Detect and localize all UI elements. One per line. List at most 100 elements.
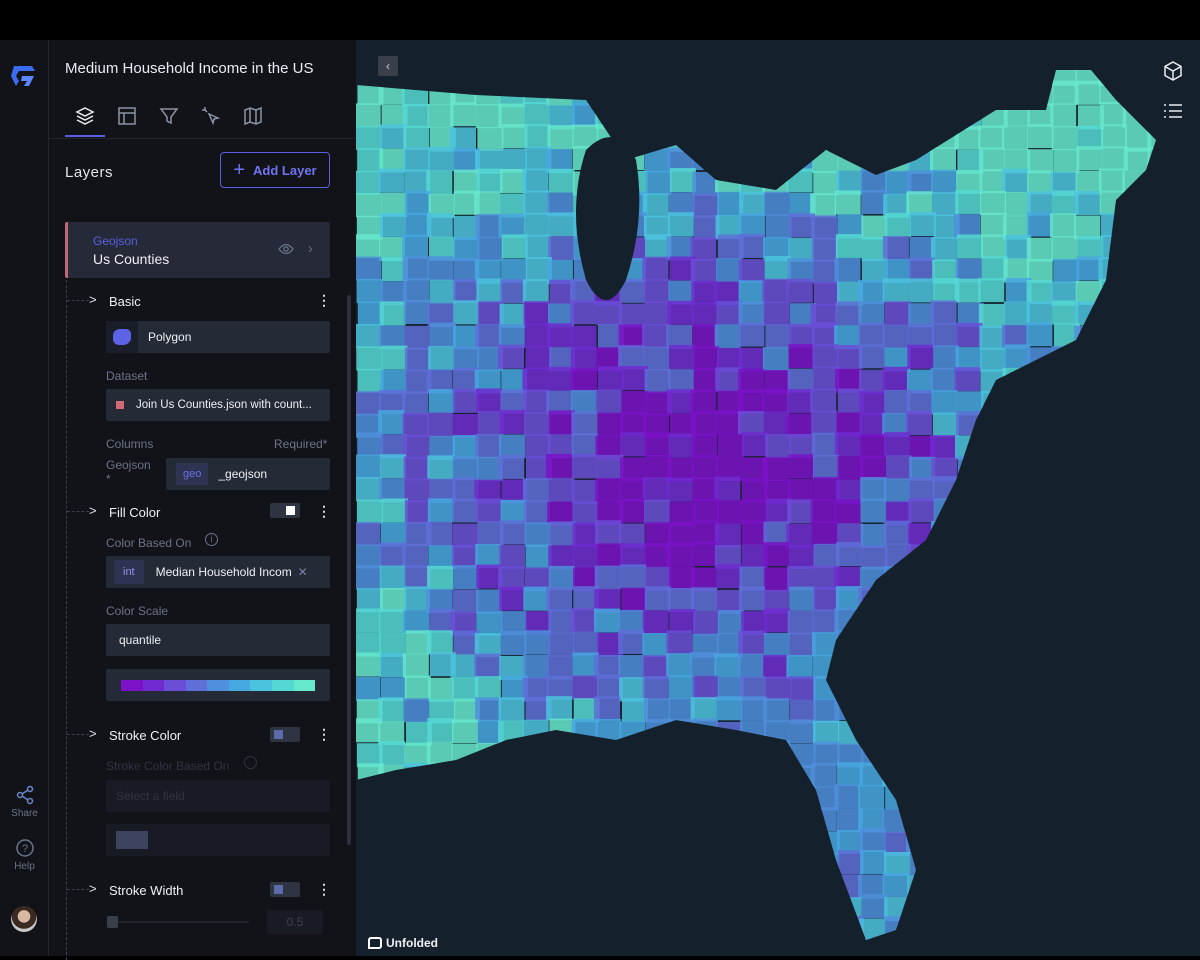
color-scale-select[interactable]: quantile xyxy=(106,624,330,656)
help-button[interactable]: ? Help xyxy=(0,838,49,872)
county-shape xyxy=(572,787,599,812)
county-shape xyxy=(690,808,717,833)
color-field-select[interactable]: int Median Household Incom ✕ xyxy=(106,556,330,588)
county-shape xyxy=(691,455,718,480)
county-shape xyxy=(789,632,816,657)
county-shape xyxy=(908,498,935,523)
county-shape xyxy=(619,477,646,502)
tab-filter-icon[interactable] xyxy=(157,104,181,128)
county-shape xyxy=(1099,807,1126,832)
county-shape xyxy=(356,897,383,922)
county-shape xyxy=(356,391,381,416)
info-icon[interactable]: i xyxy=(205,533,218,546)
stroke-width-toggle[interactable] xyxy=(270,882,300,897)
dataset-select[interactable]: Join Us Counties.json with count... xyxy=(106,389,330,421)
county-shape xyxy=(836,103,863,128)
county-shape xyxy=(714,653,741,678)
county-shape xyxy=(954,762,981,787)
layer-card[interactable]: Geojson Us Counties › xyxy=(65,222,330,278)
more-icon[interactable]: ⋮ xyxy=(317,503,331,520)
county-shape xyxy=(1122,345,1149,370)
county-shape xyxy=(906,411,933,436)
stroke-width-slider[interactable] xyxy=(109,921,249,923)
chevron-right-icon[interactable]: > xyxy=(89,726,97,741)
add-layer-button[interactable]: + Add Layer xyxy=(220,152,330,188)
chevron-right-icon[interactable]: > xyxy=(89,881,97,896)
stroke-color-toggle[interactable] xyxy=(270,727,300,742)
county-shape xyxy=(693,193,720,218)
more-icon[interactable]: ⋮ xyxy=(317,726,331,743)
stroke-width-input[interactable]: 0.5 xyxy=(267,910,323,934)
county-shape xyxy=(595,718,622,743)
county-shape xyxy=(741,478,768,503)
county-shape xyxy=(1098,543,1125,568)
county-shape xyxy=(954,367,981,392)
geojson-column-select[interactable]: geo _geojson xyxy=(166,458,330,490)
county-shape xyxy=(571,81,598,106)
share-button[interactable]: Share xyxy=(0,785,49,819)
county-shape xyxy=(1174,698,1200,722)
county-shape xyxy=(1027,696,1054,721)
county-shape xyxy=(859,434,886,459)
county-shape xyxy=(763,301,790,326)
county-shape xyxy=(453,279,480,304)
county-shape xyxy=(882,741,909,766)
user-avatar[interactable] xyxy=(11,906,37,932)
more-icon[interactable]: ⋮ xyxy=(317,292,331,309)
county-shape xyxy=(978,125,1005,150)
more-icon[interactable]: ⋮ xyxy=(317,881,331,898)
county-shape xyxy=(475,214,502,239)
county-shape xyxy=(932,808,959,833)
county-shape xyxy=(1124,852,1151,877)
county-shape xyxy=(474,81,501,106)
county-shape xyxy=(1053,148,1080,173)
chevron-right-icon[interactable]: › xyxy=(308,240,313,256)
stroke-color-picker xyxy=(106,824,330,856)
county-shape xyxy=(1027,872,1054,897)
county-shape xyxy=(931,942,957,956)
county-shape xyxy=(644,852,671,877)
county-shape xyxy=(908,785,935,810)
county-shape xyxy=(1147,919,1156,940)
tab-interaction-icon[interactable] xyxy=(199,104,223,128)
scrollbar[interactable] xyxy=(347,295,351,845)
county-shape xyxy=(452,523,479,548)
slider-handle[interactable] xyxy=(107,916,118,928)
map-canvas[interactable]: ‹ Unfolded xyxy=(356,40,1200,956)
county-shape xyxy=(1123,828,1150,853)
county-shape xyxy=(426,873,453,898)
county-shape xyxy=(427,718,454,743)
county-shape xyxy=(690,259,717,284)
collapse-panel-button[interactable]: ‹ xyxy=(378,56,398,76)
layer-type-select[interactable]: Polygon xyxy=(106,321,330,353)
fill-color-toggle[interactable] xyxy=(270,503,300,518)
county-shape xyxy=(907,586,934,611)
county-shape xyxy=(620,742,647,767)
legend-list-icon[interactable] xyxy=(1162,100,1184,122)
county-shape xyxy=(621,918,648,940)
county-shape xyxy=(405,70,432,85)
county-shape xyxy=(835,127,862,152)
county-shape xyxy=(788,942,814,956)
county-shape xyxy=(738,411,765,436)
chevron-right-icon[interactable]: > xyxy=(89,503,97,518)
color-palette-select[interactable] xyxy=(106,669,330,701)
county-shape xyxy=(1053,696,1080,721)
county-shape xyxy=(356,234,381,259)
3d-view-icon[interactable] xyxy=(1162,60,1184,82)
county-shape xyxy=(404,675,431,700)
county-shape xyxy=(403,808,430,833)
county-shape xyxy=(738,630,765,655)
county-shape xyxy=(1122,103,1149,128)
county-shape xyxy=(547,125,574,150)
tab-table-icon[interactable] xyxy=(115,104,139,128)
clear-icon[interactable]: ✕ xyxy=(298,565,308,579)
county-shape xyxy=(764,81,791,106)
chevron-right-icon[interactable]: > xyxy=(89,292,97,307)
tab-map-icon[interactable] xyxy=(241,104,265,128)
county-shape xyxy=(571,432,598,457)
eye-icon[interactable] xyxy=(278,242,294,256)
county-shape xyxy=(1196,589,1200,613)
county-shape xyxy=(931,916,958,940)
tab-layers-icon[interactable] xyxy=(73,104,97,128)
